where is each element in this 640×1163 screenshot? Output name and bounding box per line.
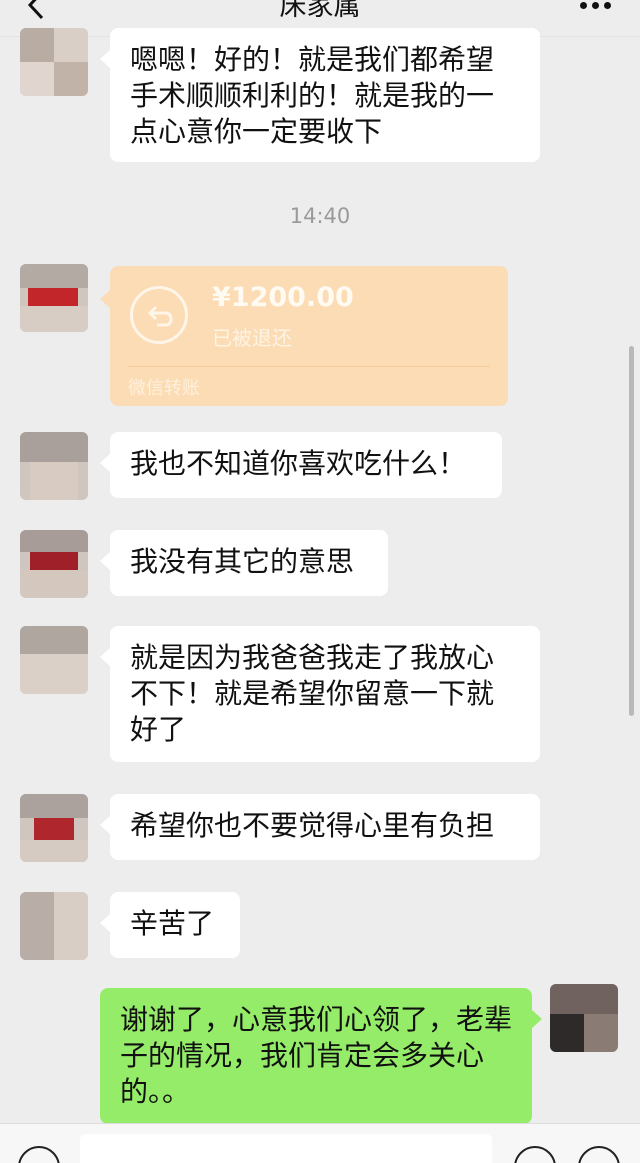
contact-avatar[interactable] [20, 530, 88, 598]
contact-avatar[interactable] [20, 264, 88, 332]
chat-screen: 床家属 嗯嗯！好的！就是我们都希望手术顺顺利利的！就是我的一点心意你一定要收下 … [0, 0, 640, 1163]
message-list[interactable]: 嗯嗯！好的！就是我们都希望手术顺顺利利的！就是我的一点心意你一定要收下 14:4… [0, 28, 640, 1124]
scrollbar[interactable] [629, 346, 634, 716]
returned-arrow-icon [130, 286, 188, 344]
plus-icon[interactable] [578, 1146, 620, 1163]
contact-avatar[interactable] [20, 626, 88, 694]
ellipsis-icon[interactable] [580, 2, 614, 12]
message-bubble[interactable]: 就是因为我爸爸我走了我放心不下！就是希望你留意一下就好了 [100, 626, 540, 762]
transfer-status: 已被退还 [212, 326, 292, 350]
contact-avatar[interactable] [20, 794, 88, 862]
message-bubble[interactable]: 我也不知道你喜欢吃什么！ [100, 432, 502, 498]
transfer-amount: ¥1200.00 [212, 282, 354, 313]
voice-icon[interactable] [18, 1146, 60, 1163]
transfer-divider [128, 366, 490, 367]
emoji-icon[interactable] [514, 1146, 556, 1163]
message-bubble[interactable]: 我没有其它的意思 [100, 530, 388, 596]
message-bubble[interactable]: 嗯嗯！好的！就是我们都希望手术顺顺利利的！就是我的一点心意你一定要收下 [100, 28, 540, 162]
wechat-transfer-card[interactable]: ¥1200.00 已被退还 微信转账 [100, 266, 508, 406]
message-bubble[interactable]: 谢谢了，心意我们心领了，老辈子的情况，我们肯定会多关心的。。 [100, 988, 542, 1124]
message-bubble[interactable]: 辛苦了 [100, 892, 240, 958]
contact-avatar[interactable] [20, 28, 88, 96]
transfer-label: 微信转账 [128, 378, 200, 399]
contact-avatar[interactable] [20, 432, 88, 500]
message-input[interactable] [80, 1134, 492, 1163]
message-timestamp: 14:40 [289, 204, 351, 228]
input-bar [0, 1123, 640, 1163]
contact-avatar[interactable] [20, 892, 88, 960]
my-avatar[interactable] [550, 984, 618, 1052]
chat-title: 床家属 [279, 0, 361, 22]
message-bubble[interactable]: 希望你也不要觉得心里有负担 [100, 794, 540, 860]
